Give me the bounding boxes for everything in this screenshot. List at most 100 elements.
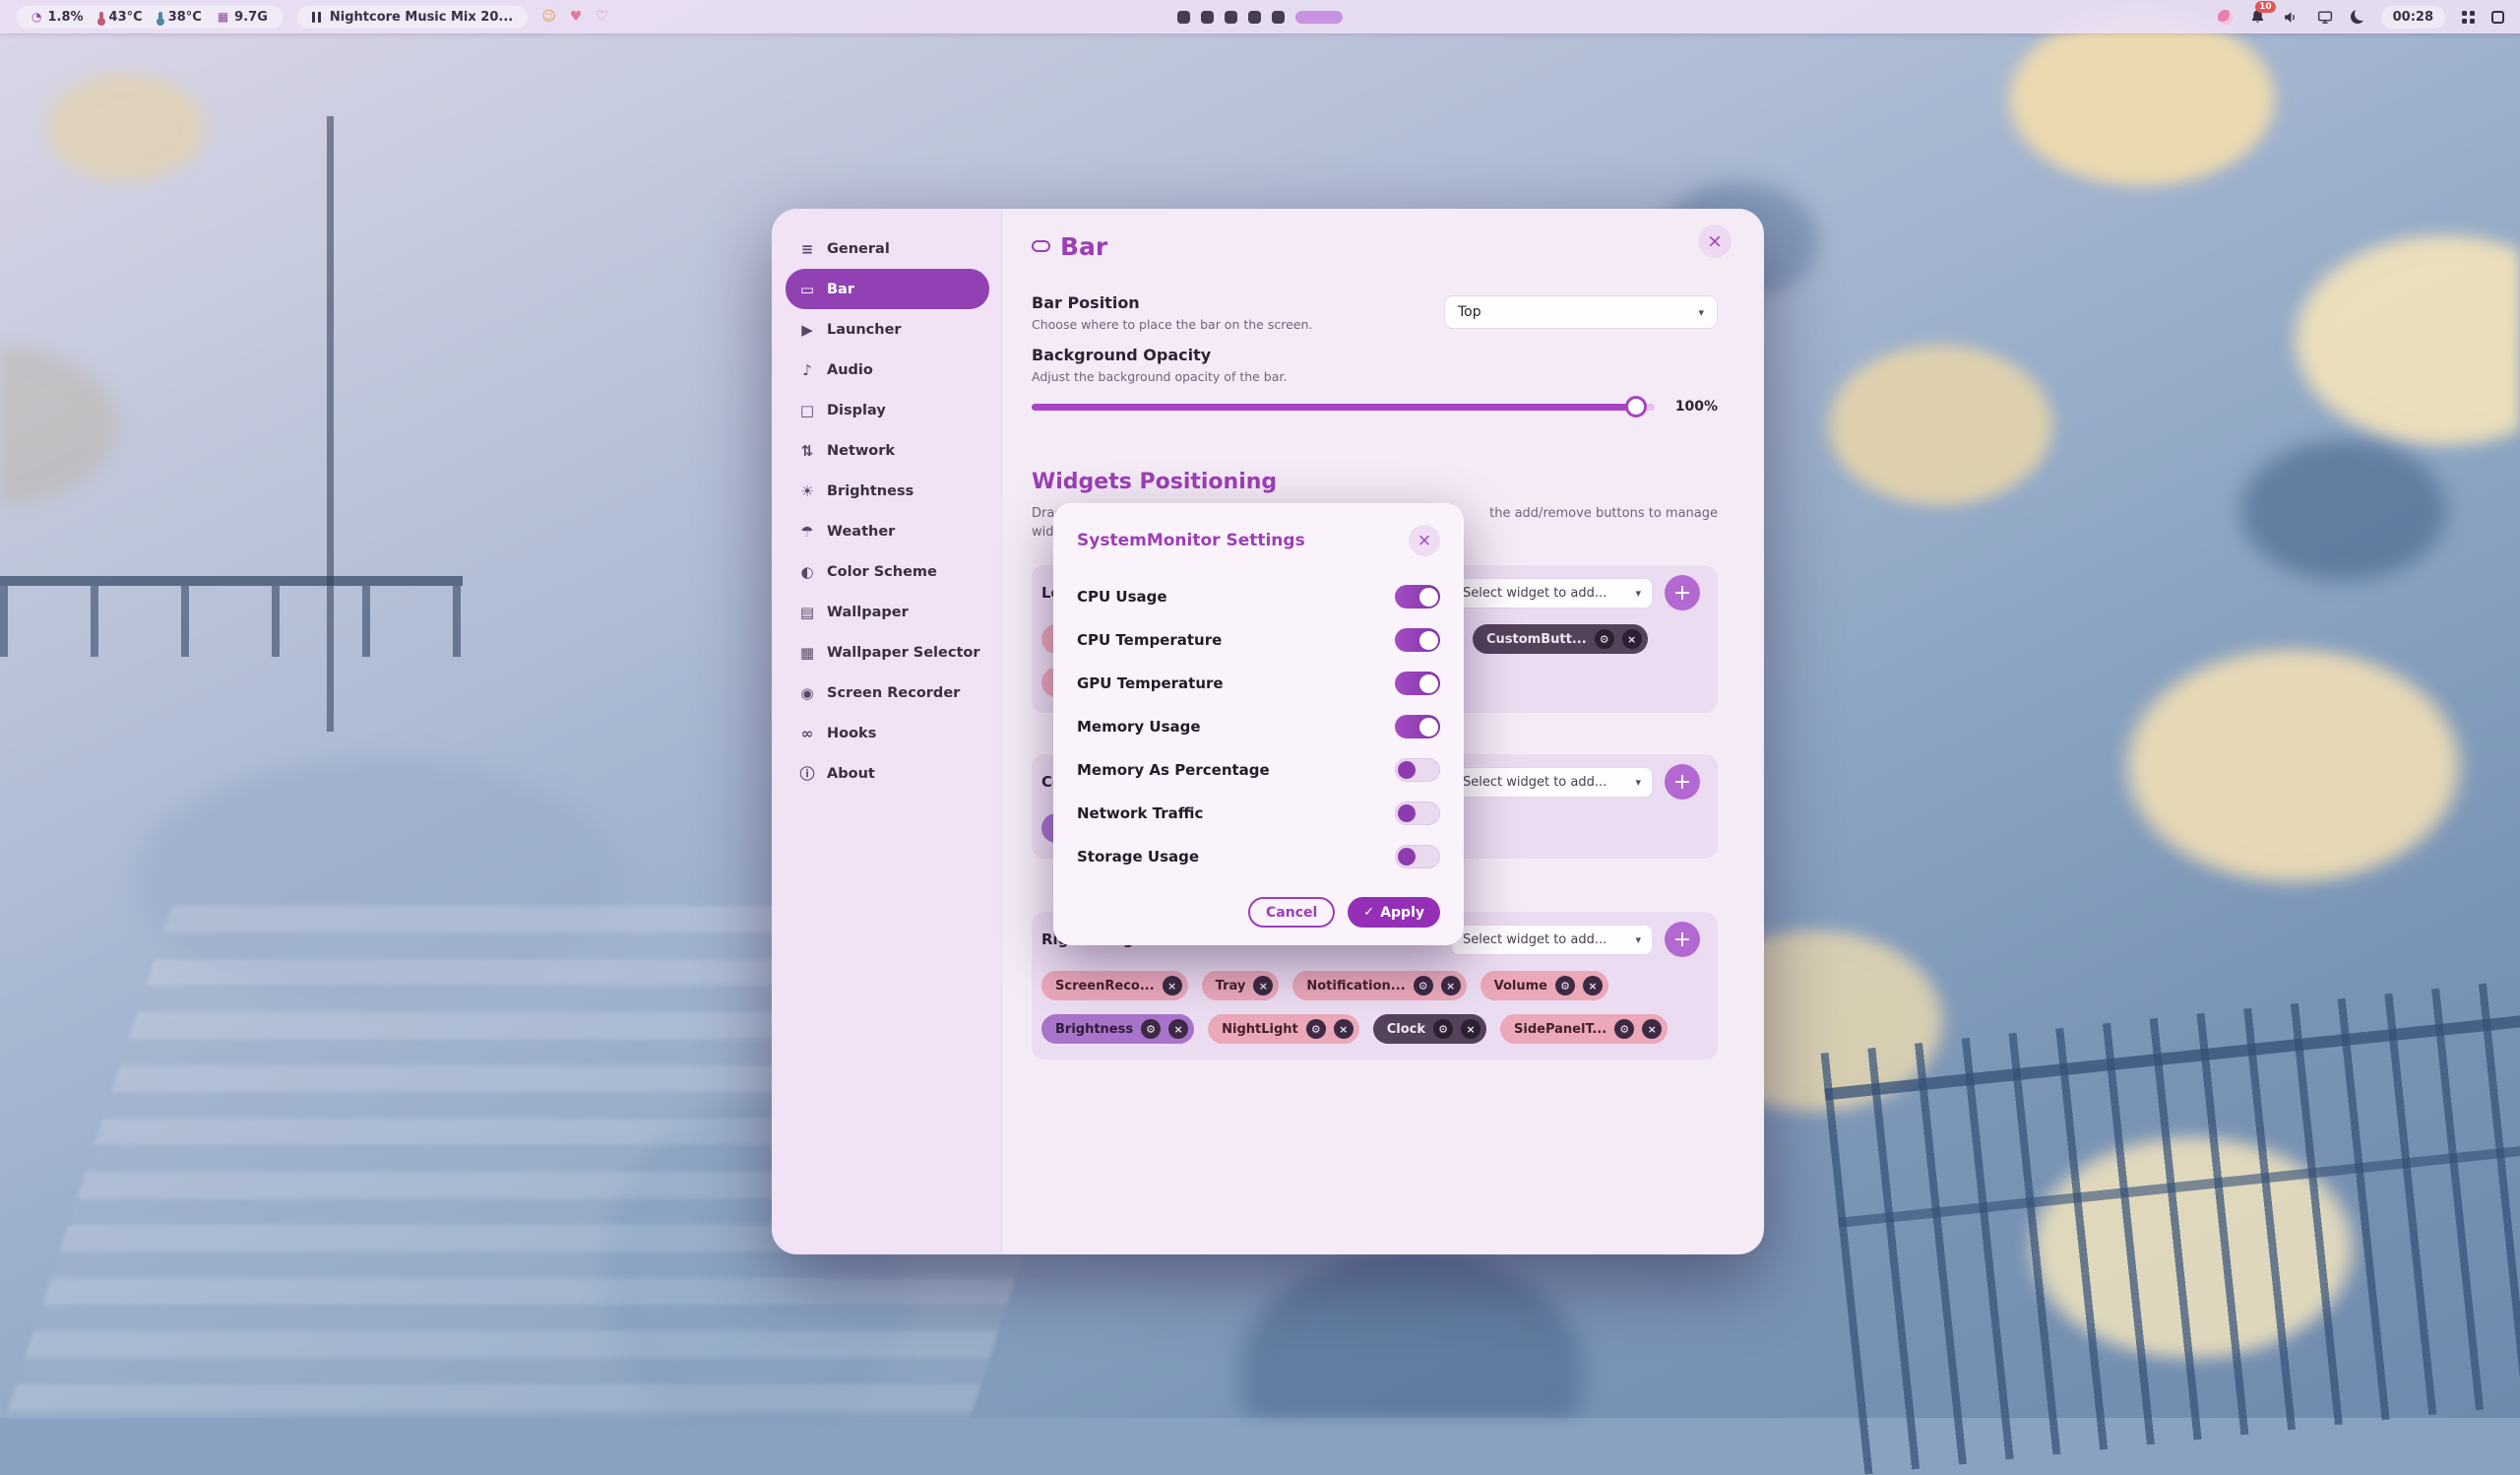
sidebar-item-about[interactable]: ⓘ About (786, 753, 989, 794)
right-widgets-chips: ScreenReco... × Tray × Notification... ⚙… (1041, 971, 1700, 1044)
media-player-module[interactable]: Nightcore Music Mix 20... (297, 6, 528, 29)
workspace-active-pill[interactable] (1295, 11, 1343, 24)
widget-chip-notification[interactable]: Notification... ⚙ × (1292, 971, 1466, 1000)
cpu-temperature-toggle[interactable] (1395, 628, 1440, 652)
clock[interactable]: 00:28 (2381, 6, 2445, 29)
cancel-button[interactable]: Cancel (1248, 897, 1335, 928)
memory-as-percentage-toggle[interactable] (1395, 758, 1440, 782)
sidebar-item-network[interactable]: ⇅ Network (786, 430, 989, 471)
network-traffic-toggle[interactable] (1395, 802, 1440, 825)
workspace-dot-2[interactable] (1201, 11, 1214, 24)
widget-chip-screenrecorder[interactable]: ScreenReco... × (1041, 971, 1188, 1000)
heart-outline-icon[interactable]: ♡ (596, 10, 608, 24)
widget-remove-button[interactable]: × (1253, 976, 1273, 995)
screen-share-button[interactable] (2316, 9, 2334, 26)
right-widgets-add-button[interactable]: + (1665, 922, 1700, 957)
opacity-slider[interactable] (1032, 404, 1655, 411)
opacity-slider-thumb[interactable] (1625, 396, 1647, 417)
emoji-picker-icon[interactable]: ☺ (541, 10, 556, 24)
widget-settings-button[interactable]: ⚙ (1595, 629, 1614, 649)
widget-settings-button[interactable]: ⚙ (1614, 1019, 1634, 1039)
add-dropdown-placeholder: Select widget to add... (1463, 775, 1606, 790)
widget-remove-button[interactable]: × (1441, 976, 1461, 995)
bar-position-dropdown[interactable]: Top ▾ (1444, 295, 1718, 329)
window-close-button[interactable]: × (1698, 224, 1732, 258)
app-launcher-icon[interactable] (2462, 11, 2475, 24)
cpu-usage-value: 1.8% (47, 10, 83, 25)
workspace-dot-3[interactable] (1225, 11, 1237, 24)
right-widgets-add-dropdown[interactable]: Select widget to add... ▾ (1451, 925, 1653, 955)
sidebar-item-display[interactable]: □ Display (786, 390, 989, 430)
bar-position-texts: Bar Position Choose where to place the b… (1032, 293, 1312, 332)
widget-chip-sidepaneltoggle[interactable]: SidePanelT... ⚙ × (1500, 1014, 1668, 1044)
sidebar-item-color-scheme[interactable]: ◐ Color Scheme (786, 551, 989, 592)
sidebar-item-bar[interactable]: ▭ Bar (786, 269, 989, 309)
sidebar-item-weather[interactable]: ☂ Weather (786, 511, 989, 551)
center-widgets-add-dropdown[interactable]: Select widget to add... ▾ (1451, 767, 1653, 798)
memory-stat: ▦ 9.7G (218, 10, 268, 25)
toggle-row-memory-as-percentage: Memory As Percentage (1077, 755, 1440, 785)
workspace-dot-1[interactable] (1177, 11, 1190, 24)
widget-remove-button[interactable]: × (1163, 976, 1182, 995)
system-stats-module[interactable]: ◔ 1.8% 43°C 38°C ▦ 9.7G (16, 6, 284, 29)
color-picker-icon[interactable] (2218, 10, 2233, 25)
gpu-temperature-toggle[interactable] (1395, 672, 1440, 695)
apply-button[interactable]: ✓ Apply (1348, 897, 1440, 928)
sidebar-item-label: About (827, 766, 875, 782)
widget-remove-button[interactable]: × (1461, 1019, 1480, 1039)
cpu-usage-toggle[interactable] (1395, 585, 1440, 609)
widget-chip-label: Tray (1216, 979, 1246, 994)
settings-window: ≡ General ▭ Bar ▶ Launcher ♪ Audio □ Dis… (772, 209, 1764, 1254)
widget-settings-button[interactable]: ⚙ (1141, 1019, 1161, 1039)
background-opacity-description: Adjust the background opacity of the bar… (1032, 369, 1718, 384)
sidebar-item-audio[interactable]: ♪ Audio (786, 350, 989, 390)
left-widgets-add-dropdown[interactable]: Select widget to add... ▾ (1451, 578, 1653, 609)
sidebar-item-label: Wallpaper (827, 605, 909, 620)
widget-chip-custombutton[interactable]: CustomButt... ⚙ × (1473, 624, 1648, 654)
sidebar-item-wallpaper-selector[interactable]: ▦ Wallpaper Selector (786, 632, 989, 673)
widget-chip-clock[interactable]: Clock ⚙ × (1373, 1014, 1486, 1044)
sidebar-item-brightness[interactable]: ☀ Brightness (786, 471, 989, 511)
sidebar-item-general[interactable]: ≡ General (786, 228, 989, 269)
toggle-label: CPU Usage (1077, 588, 1167, 606)
left-widgets-add-button[interactable]: + (1665, 575, 1700, 610)
widget-chip-brightness[interactable]: Brightness ⚙ × (1041, 1014, 1194, 1044)
sidebar-item-label: Screen Recorder (827, 685, 960, 701)
widget-chip-tray[interactable]: Tray × (1202, 971, 1280, 1000)
dashboard-icon[interactable] (2491, 11, 2504, 24)
dialog-close-button[interactable]: × (1409, 525, 1440, 556)
widget-chip-label: Volume (1494, 979, 1547, 994)
chevron-down-icon: ▾ (1698, 306, 1704, 319)
widget-settings-button[interactable]: ⚙ (1433, 1019, 1453, 1039)
workspace-dot-4[interactable] (1248, 11, 1261, 24)
bar-position-value: Top (1458, 304, 1481, 320)
volume-button[interactable] (2283, 9, 2300, 26)
widget-remove-button[interactable]: × (1622, 629, 1642, 649)
widget-remove-button[interactable]: × (1334, 1019, 1354, 1039)
workspace-dot-5[interactable] (1272, 11, 1285, 24)
sidebar-item-wallpaper[interactable]: ▤ Wallpaper (786, 592, 989, 632)
widget-remove-button[interactable]: × (1168, 1019, 1188, 1039)
widget-settings-button[interactable]: ⚙ (1306, 1019, 1326, 1039)
heart-icon[interactable]: ♥ (570, 10, 583, 24)
opacity-value: 100% (1670, 399, 1718, 415)
night-light-icon[interactable] (2351, 10, 2364, 24)
sidebar-item-hooks[interactable]: ∞ Hooks (786, 713, 989, 753)
widget-remove-button[interactable]: × (1583, 976, 1603, 995)
memory-usage-toggle[interactable] (1395, 715, 1440, 738)
sidebar-item-screen-recorder[interactable]: ◉ Screen Recorder (786, 673, 989, 713)
widget-settings-button[interactable]: ⚙ (1414, 976, 1433, 995)
sidebar-item-launcher[interactable]: ▶ Launcher (786, 309, 989, 350)
bar-icon: ▭ (798, 281, 816, 298)
notifications-button[interactable]: 10 (2249, 9, 2266, 26)
center-widgets-add-button[interactable]: + (1665, 764, 1700, 800)
widget-settings-button[interactable]: ⚙ (1555, 976, 1575, 995)
widget-chip-nightlight[interactable]: NightLight ⚙ × (1208, 1014, 1359, 1044)
speaker-icon (2283, 9, 2300, 26)
bar-position-description: Choose where to place the bar on the scr… (1032, 317, 1312, 332)
widget-remove-button[interactable]: × (1642, 1019, 1662, 1039)
storage-usage-toggle[interactable] (1395, 845, 1440, 868)
weather-icon: ☂ (798, 523, 816, 541)
widget-chip-volume[interactable]: Volume ⚙ × (1480, 971, 1608, 1000)
info-icon: ⓘ (798, 763, 816, 784)
